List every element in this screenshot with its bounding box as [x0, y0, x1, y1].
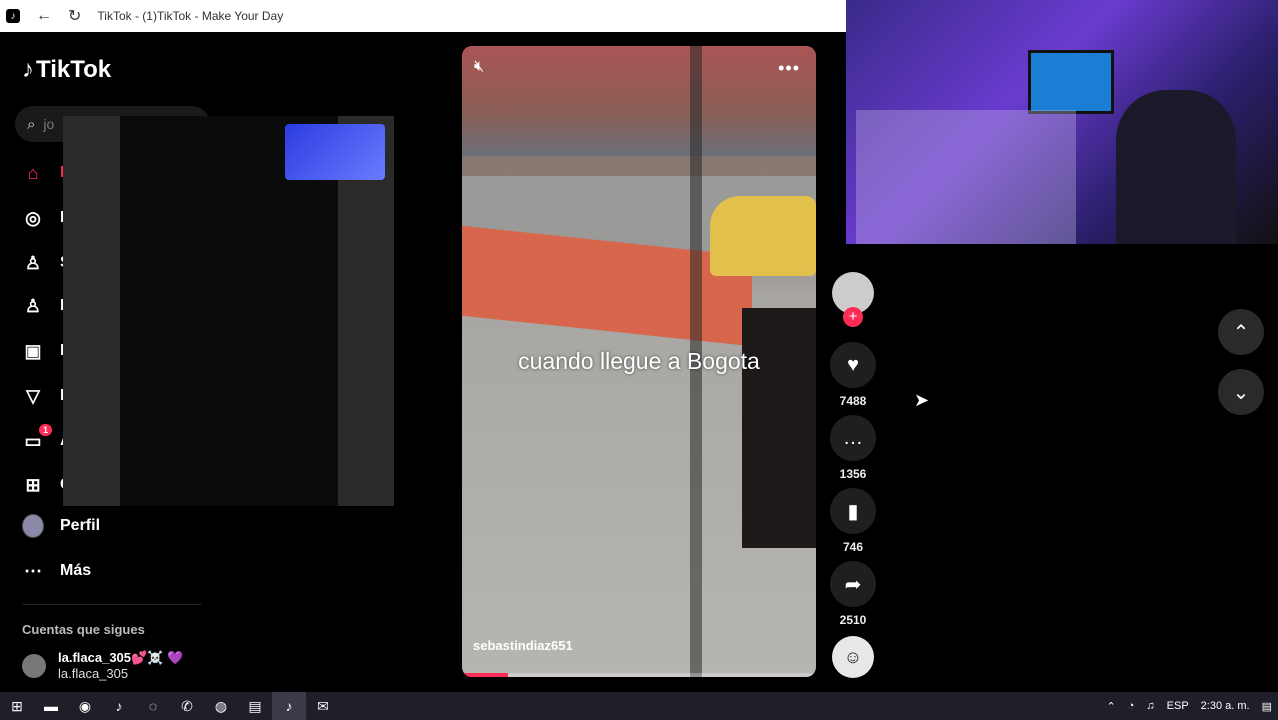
more-icon: ⋯ [24, 560, 42, 581]
comment-count: 1356 [839, 467, 867, 481]
webcam-scene-desk [856, 110, 1076, 244]
video-scene-taxi [710, 196, 816, 276]
tray-chevron-icon[interactable]: ⌃ [1107, 700, 1116, 713]
search-icon: ⌕ [27, 115, 36, 133]
account-avatar [22, 654, 46, 678]
notification-badge: 1 [38, 424, 52, 436]
window-title: TikTok - (1)TikTok - Make Your Day [97, 9, 284, 23]
video-player[interactable]: 🔇︎ ••• cuando llegue a Bogota sebastindi… [462, 46, 816, 677]
share-action[interactable]: ➦ 2510 [830, 561, 876, 627]
chevron-up-icon: ⌃ [1232, 321, 1250, 344]
brand-name: TikTok [36, 56, 112, 83]
nav-label-more: Más [60, 562, 92, 579]
bookmark-icon[interactable]: ▮ [830, 488, 876, 534]
webcam-scene-person [1116, 90, 1236, 244]
heart-icon[interactable]: ♥ [830, 342, 876, 388]
mute-icon[interactable]: 🔇︎ [474, 58, 484, 76]
video-scene-buildings [462, 46, 816, 156]
sidebar-divider [22, 604, 202, 605]
messages-icon: ▽ [26, 385, 40, 406]
obs-icon[interactable]: ◍ [204, 692, 238, 720]
network-icon[interactable]: ◔ [1128, 700, 1135, 712]
tiktok-active-icon[interactable]: ♪ [272, 692, 306, 720]
like-action[interactable]: ♥ 7488 [830, 342, 876, 408]
tiktok-note-icon: ♪ [22, 56, 34, 83]
video-scene-sign [742, 308, 816, 548]
video-caption: cuando llegue a Bogota [518, 348, 760, 374]
previous-video-button[interactable]: ⌃ [1218, 309, 1264, 355]
reload-icon[interactable]: ↻ [68, 6, 81, 26]
next-video-button[interactable]: ⌄ [1218, 369, 1264, 415]
video-progress-fill [462, 673, 509, 677]
notifications-icon[interactable]: ▤ [1262, 700, 1272, 713]
comment-action[interactable]: … 1356 [830, 415, 876, 481]
activity-icon: ▭ 1 [22, 424, 52, 452]
system-tray: ⌃ ◔ ♫ ESP 2:30 a. m. ▤ [1101, 692, 1278, 720]
like-count: 7488 [839, 394, 867, 408]
follow-plus-icon[interactable]: + [843, 307, 863, 327]
compass-icon: ◎ [25, 207, 41, 228]
video-author[interactable]: sebastindiaz651 [473, 638, 573, 653]
nav-item-more[interactable]: ⋯ Más [22, 560, 91, 582]
whatsapp-icon[interactable]: ✆ [170, 692, 204, 720]
comment-icon[interactable]: … [830, 415, 876, 461]
chrome-icon[interactable]: ◉ [68, 692, 102, 720]
windows-start-icon[interactable]: ⊞ [0, 692, 34, 720]
upload-icon: ⊞ [25, 474, 41, 495]
windows-taskbar: ⊞ ▬ ◉ ♪ ◌ ✆ ◍ ▤ ♪ ✉ ⌃ ◔ ♫ ESP 2:30 a. m.… [0, 692, 1278, 720]
messenger-icon[interactable]: ✉ [306, 692, 340, 720]
volume-icon[interactable]: ♫ [1146, 700, 1154, 712]
webcam-scene-tv [1028, 50, 1114, 114]
account-username: la.flaca_305 [58, 666, 129, 681]
more-options-icon[interactable]: ••• [778, 58, 800, 79]
music-disc-avatar[interactable]: ☺ [832, 636, 874, 678]
back-icon[interactable]: ← [36, 7, 52, 25]
clock[interactable]: 2:30 a. m. [1201, 700, 1250, 712]
app-icon[interactable]: ◌ [136, 692, 170, 720]
webcam-overlay [846, 0, 1278, 244]
following-icon: ♙ [24, 252, 42, 273]
nav-label-profile: Perfil [60, 517, 101, 534]
save-action[interactable]: ▮ 746 [830, 488, 876, 554]
share-icon[interactable]: ➦ [830, 561, 876, 607]
live-icon: ▣ [24, 340, 42, 361]
chevron-down-icon: ⌄ [1232, 381, 1250, 404]
nav-item-profile[interactable]: Perfil [22, 514, 101, 538]
browser-titlebar: ♪ ← ↻ TikTok - (1)TikTok - Make Your Day [0, 0, 846, 32]
following-heading: Cuentas que sigues [22, 622, 145, 637]
profile-avatar [22, 514, 44, 538]
search-value: jo [43, 116, 55, 132]
account-name: la.flaca_305💕☠️ 💜 [58, 650, 184, 665]
mouse-cursor-icon: ➤ [914, 390, 930, 410]
share-count: 2510 [839, 613, 867, 627]
mini-webcam-thumbnail [285, 124, 385, 180]
tiktok-app-icon: ♪ [6, 9, 20, 23]
home-icon: ⌂ [27, 162, 39, 183]
friends-icon: ♙ [24, 295, 42, 316]
save-count: 746 [842, 540, 864, 554]
video-progress-bar[interactable] [462, 673, 816, 677]
followed-account[interactable]: la.flaca_305💕☠️ 💜 la.flaca_305 [22, 650, 183, 682]
language-indicator[interactable]: ESP [1167, 700, 1189, 712]
app-icon-2[interactable]: ▤ [238, 692, 272, 720]
file-explorer-icon[interactable]: ▬ [34, 692, 68, 720]
tiktok-logo[interactable]: ♪ TikTok [22, 56, 111, 84]
tiktok-taskbar-icon[interactable]: ♪ [102, 692, 136, 720]
